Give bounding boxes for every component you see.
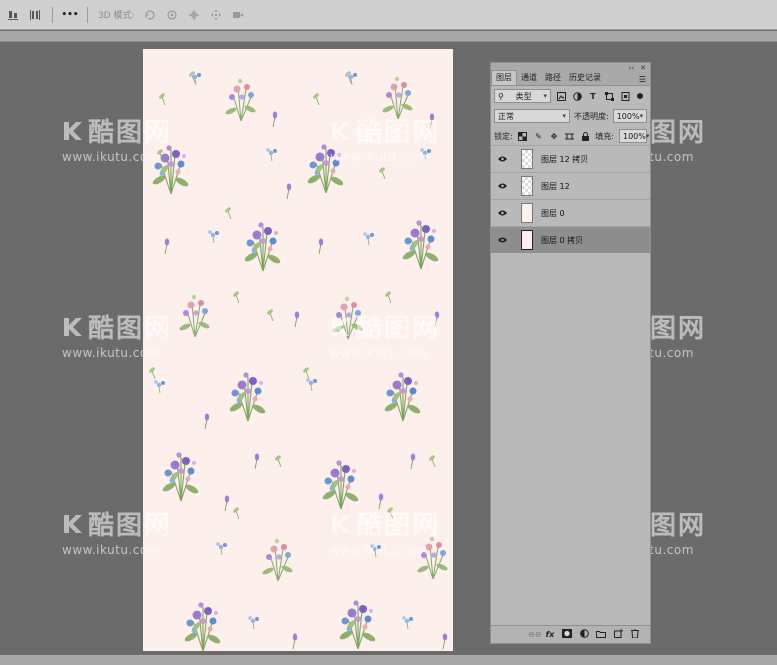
- eye-icon[interactable]: [497, 208, 507, 218]
- layer-thumbnail: [521, 149, 533, 169]
- panel-tabs: 图层 通道 路径 历史记录 ☰: [491, 70, 650, 86]
- lock-artboard-icon[interactable]: [564, 131, 575, 142]
- floral-pattern: [147, 69, 449, 651]
- more-icon[interactable]: •••: [61, 8, 78, 22]
- panel-footer: ⊖⊖ fx: [491, 625, 650, 643]
- 3d-pan-icon[interactable]: [187, 8, 201, 22]
- layers-panel: ‹‹ ✕ 图层 通道 路径 历史记录 ☰ ⚲ 类型 ▾ T 正常 ▾ 不透明度:…: [490, 62, 651, 644]
- align-bottom-icon[interactable]: [6, 8, 20, 22]
- watermark-logo-icon: [64, 317, 82, 336]
- new-layer-icon[interactable]: [613, 629, 623, 640]
- fill-input[interactable]: 100% ▾: [618, 129, 650, 143]
- filter-kind-value: 类型: [515, 91, 532, 101]
- layer-row[interactable]: 图层 12: [491, 172, 650, 199]
- layer-thumbnail: [521, 230, 533, 250]
- shape-filter-icon[interactable]: [603, 90, 615, 102]
- layer-row-selected[interactable]: 图层 0 拷贝: [491, 226, 650, 253]
- layer-row[interactable]: 图层 12 拷贝: [491, 145, 650, 172]
- filter-kind-select[interactable]: ⚲ 类型 ▾: [494, 89, 551, 103]
- document-tab-bar: [0, 31, 777, 42]
- pixel-filter-icon[interactable]: [555, 90, 567, 102]
- chevron-down-icon: ▾: [543, 92, 547, 100]
- distribute-icon[interactable]: [28, 8, 42, 22]
- smart-object-filter-icon[interactable]: [619, 90, 631, 102]
- tab-layers[interactable]: 图层: [491, 70, 517, 85]
- layer-name[interactable]: 图层 12 拷贝: [541, 154, 588, 165]
- lock-pixels-icon[interactable]: ✎: [533, 131, 544, 142]
- filter-row: ⚲ 类型 ▾ T: [491, 86, 650, 106]
- tab-channels[interactable]: 通道: [517, 71, 541, 85]
- type-filter-icon[interactable]: T: [587, 90, 599, 102]
- blend-mode-select[interactable]: 正常 ▾: [494, 109, 570, 123]
- chevron-down-icon: ▾: [639, 112, 644, 120]
- tab-paths[interactable]: 路径: [541, 71, 565, 85]
- blend-mode-value: 正常: [498, 111, 514, 121]
- search-icon: ⚲: [498, 91, 504, 101]
- fill-value: 100%: [622, 131, 646, 141]
- layer-name[interactable]: 图层 0 拷贝: [541, 235, 583, 246]
- panel-menu-icon[interactable]: ☰: [639, 75, 646, 84]
- layer-thumbnail: [521, 176, 533, 196]
- collapse-icon[interactable]: ‹‹: [629, 64, 635, 72]
- adjustment-icon[interactable]: [579, 629, 589, 640]
- status-bar: [0, 655, 777, 665]
- toolbar-divider: [52, 6, 53, 23]
- adjustment-filter-icon[interactable]: [571, 90, 583, 102]
- toolbar-divider: [87, 6, 88, 23]
- lock-label: 锁定:: [494, 131, 513, 141]
- opacity-label: 不透明度:: [574, 111, 609, 121]
- tab-history[interactable]: 历史记录: [565, 71, 605, 85]
- lock-all-icon[interactable]: [580, 131, 591, 142]
- trash-icon[interactable]: [630, 628, 640, 640]
- lock-position-icon[interactable]: ✥: [549, 131, 560, 142]
- lock-row: 锁定: ✎ ✥ 填充: 100% ▾: [491, 126, 650, 146]
- chevron-down-icon: ▾: [562, 112, 566, 120]
- opacity-input[interactable]: 100% ▾: [612, 109, 647, 123]
- close-icon[interactable]: ✕: [640, 64, 646, 72]
- link-icon[interactable]: ⊖⊖: [528, 630, 541, 639]
- filter-toggle-icon[interactable]: [637, 93, 643, 99]
- 3d-slide-icon[interactable]: [209, 8, 223, 22]
- layer-row[interactable]: 图层 0: [491, 199, 650, 226]
- eye-icon[interactable]: [497, 235, 507, 245]
- 3d-mode-label: 3D 模式:: [98, 11, 135, 21]
- eye-icon[interactable]: [497, 181, 507, 191]
- eye-icon[interactable]: [497, 154, 507, 164]
- layer-name[interactable]: 图层 0: [541, 208, 565, 219]
- document-canvas[interactable]: [143, 49, 453, 651]
- 3d-roll-icon[interactable]: [165, 8, 179, 22]
- blend-row: 正常 ▾ 不透明度: 100% ▾: [491, 106, 650, 126]
- 3d-scale-icon[interactable]: [231, 8, 245, 22]
- options-bar: ••• 3D 模式:: [0, 0, 777, 30]
- layer-list: 图层 12 拷贝 图层 12 图层 0 图层 0 拷贝: [491, 145, 650, 253]
- fx-icon[interactable]: fx: [545, 630, 555, 639]
- 3d-rotate-icon[interactable]: [143, 8, 157, 22]
- chevron-down-icon: ▾: [645, 132, 650, 140]
- layer-name[interactable]: 图层 12: [541, 181, 570, 192]
- lock-transparency-icon[interactable]: [518, 131, 529, 142]
- layer-thumbnail: [521, 203, 533, 223]
- watermark-logo-icon: [64, 121, 82, 140]
- folder-icon[interactable]: [596, 630, 606, 640]
- opacity-value: 100%: [616, 111, 640, 121]
- mask-icon[interactable]: [562, 629, 572, 640]
- watermark-logo-icon: [64, 514, 82, 533]
- fill-label: 填充:: [595, 131, 614, 141]
